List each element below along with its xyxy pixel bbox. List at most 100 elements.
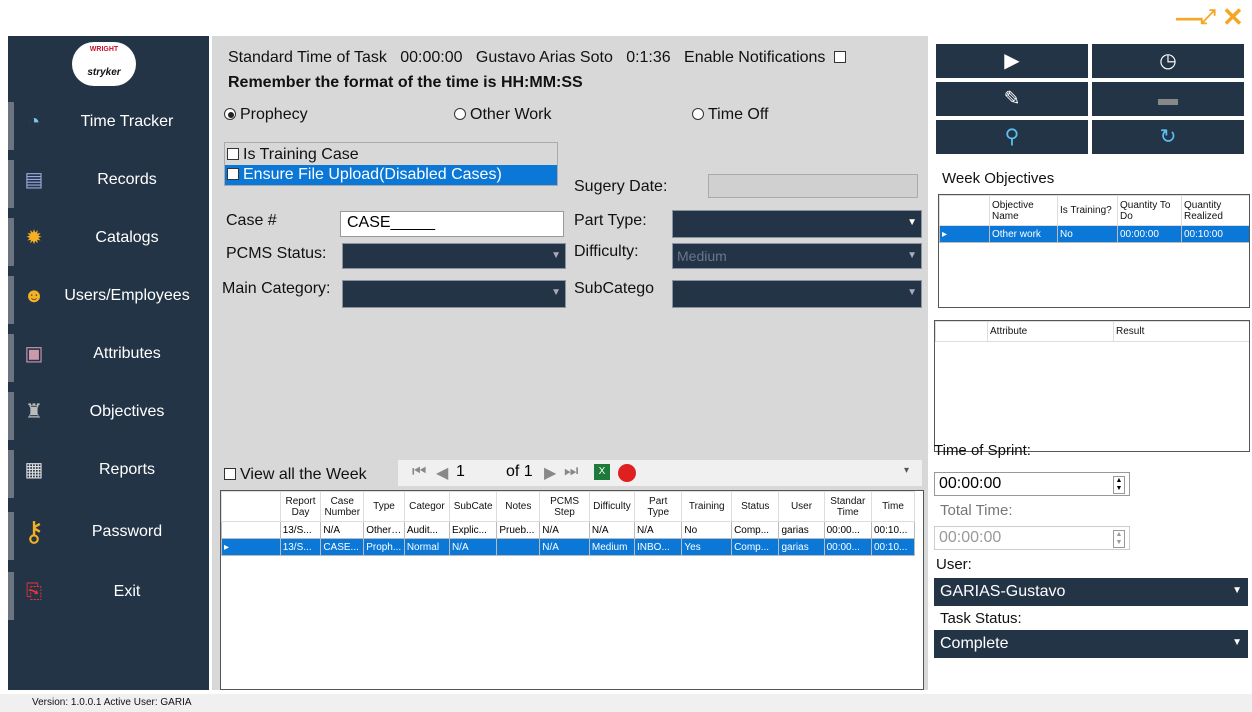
objectives-column-header[interactable]: Quantity To Do: [1117, 195, 1182, 226]
grid-column-header[interactable]: Difficulty: [588, 491, 636, 522]
table-cell[interactable]: N/A: [634, 521, 683, 539]
grid-column-header[interactable]: Standar Time: [823, 491, 872, 522]
timer-button[interactable]: ◷: [1092, 44, 1244, 78]
table-cell[interactable]: Prueb...: [496, 521, 541, 539]
table-cell[interactable]: 00:10...: [870, 521, 916, 539]
surgery-date-field[interactable]: [708, 174, 918, 198]
search-button[interactable]: ⚲: [936, 120, 1088, 154]
objectives-column-header[interactable]: Is Training?: [1057, 195, 1118, 226]
next-page-button[interactable]: ▶: [544, 463, 556, 483]
task-status-select[interactable]: Complete ▼: [934, 630, 1248, 658]
grid-column-header[interactable]: Report Day: [279, 491, 322, 522]
delete-icon[interactable]: [618, 464, 636, 482]
grid-column-header[interactable]: Time: [870, 491, 916, 522]
grid-column-header[interactable]: Status: [731, 491, 780, 522]
grid-column-header[interactable]: Part Type: [634, 491, 683, 522]
excel-export-icon[interactable]: X: [594, 464, 610, 480]
table-row[interactable]: ▸ 13/S... CASE... Proph... Normal N/A N/A Mediu…: [221, 538, 916, 556]
objective-row[interactable]: ▸ Other work No 00:00:00 00:10:00: [939, 225, 1249, 243]
table-cell[interactable]: 13/S...: [279, 538, 322, 556]
table-cell[interactable]: No: [681, 521, 733, 539]
attribute-column-header[interactable]: Attribute: [987, 321, 1114, 342]
spinner-arrows-icon[interactable]: ▲ ▼: [1113, 476, 1125, 494]
table-cell[interactable]: Medium: [588, 538, 636, 556]
grid-column-header[interactable]: SubCate: [448, 491, 498, 522]
table-cell[interactable]: N/A: [539, 538, 590, 556]
case-number-input[interactable]: CASE_____: [340, 211, 564, 237]
objective-cell[interactable]: 00:00:00: [1117, 225, 1182, 243]
sidebar-item-reports[interactable]: ▦ Reports: [8, 444, 209, 500]
table-cell[interactable]: Audit...: [403, 521, 450, 539]
radio-prophecy[interactable]: Prophecy: [224, 106, 308, 124]
table-cell[interactable]: N/A: [320, 521, 365, 539]
spinner-arrows-icon[interactable]: ▲ ▼: [1113, 530, 1125, 548]
grid-column-header[interactable]: Type: [363, 491, 405, 522]
radio-other-work[interactable]: Other Work: [454, 106, 552, 124]
is-training-case-checkbox[interactable]: Is Training Case: [227, 146, 359, 164]
objectives-column-header[interactable]: Objective Name: [989, 195, 1058, 226]
view-all-week-checkbox[interactable]: View all the Week: [224, 466, 367, 484]
row-selector[interactable]: ▸: [221, 538, 281, 556]
table-cell[interactable]: Comp...: [731, 538, 780, 556]
table-cell[interactable]: N/A: [539, 521, 590, 539]
sidebar-item-password[interactable]: ⚷ Password: [8, 506, 209, 562]
sidebar-item-exit[interactable]: ⎘ Exit: [8, 566, 209, 622]
grid-column-header[interactable]: Notes: [496, 491, 541, 522]
row-selector[interactable]: [221, 521, 281, 539]
table-cell[interactable]: Comp...: [731, 521, 780, 539]
close-button[interactable]: ✕: [1222, 2, 1244, 32]
grid-column-header[interactable]: PCMS Step: [539, 491, 590, 522]
objective-cell[interactable]: 00:10:00: [1181, 225, 1249, 243]
grid-column-header[interactable]: User: [778, 491, 825, 522]
play-button[interactable]: ▶: [936, 44, 1088, 78]
table-cell[interactable]: garias: [778, 521, 825, 539]
objective-cell[interactable]: Other work: [989, 225, 1058, 243]
table-cell[interactable]: Other ...: [363, 521, 405, 539]
prev-page-button[interactable]: ◀: [436, 463, 448, 483]
attribute-column-header[interactable]: Result: [1113, 321, 1249, 342]
user-select[interactable]: GARIAS-Gustavo ▼: [934, 578, 1248, 606]
eraser-button[interactable]: ✎: [936, 82, 1088, 116]
sidebar-item-users[interactable]: ☻ Users/Employees: [8, 270, 209, 326]
table-cell[interactable]: 00:00...: [823, 521, 872, 539]
save-button[interactable]: ▬: [1092, 82, 1244, 116]
first-page-button[interactable]: ⏮: [412, 463, 426, 481]
table-cell[interactable]: garias: [778, 538, 825, 556]
sidebar-item-attributes[interactable]: ▣ Attributes: [8, 328, 209, 384]
table-cell[interactable]: Explic...: [448, 521, 498, 539]
grid-column-header[interactable]: Training: [681, 491, 733, 522]
sidebar-item-objectives[interactable]: ♜ Objectives: [8, 386, 209, 442]
page-number-input[interactable]: 1: [456, 463, 465, 481]
pcms-status-select[interactable]: ▼: [342, 243, 566, 269]
restore-button[interactable]: ⤢: [1200, 2, 1216, 32]
sidebar-item-records[interactable]: ▤ Records: [8, 154, 209, 210]
table-cell[interactable]: CASE...: [320, 538, 365, 556]
table-row[interactable]: 13/S... N/A Other ... Audit... Explic... Prue…: [221, 521, 916, 539]
difficulty-select[interactable]: Medium ▼: [672, 243, 922, 269]
main-category-select[interactable]: ▼: [342, 280, 566, 308]
table-cell[interactable]: N/A: [588, 521, 636, 539]
radio-time-off[interactable]: Time Off: [692, 106, 768, 124]
objective-cell[interactable]: No: [1057, 225, 1118, 243]
subcategory-select[interactable]: ▼: [672, 280, 922, 308]
table-cell[interactable]: N/A: [448, 538, 498, 556]
table-cell[interactable]: INBO...: [634, 538, 683, 556]
total-time-spinner[interactable]: 00:00:00 ▲ ▼: [934, 526, 1130, 550]
table-cell[interactable]: 00:10...: [870, 538, 916, 556]
enable-notifications-checkbox[interactable]: [833, 51, 846, 63]
time-of-sprint-spinner[interactable]: 00:00:00 ▲ ▼: [934, 472, 1130, 496]
table-cell[interactable]: [496, 538, 541, 556]
table-cell[interactable]: Normal: [403, 538, 450, 556]
table-cell[interactable]: Proph...: [363, 538, 405, 556]
table-cell[interactable]: 13/S...: [279, 521, 322, 539]
sidebar-item-catalogs[interactable]: ✹ Catalogs: [8, 212, 209, 268]
table-cell[interactable]: 00:00...: [823, 538, 872, 556]
grid-column-header[interactable]: Case Number: [320, 491, 365, 522]
toolbar-overflow-icon[interactable]: ▾: [904, 465, 909, 476]
refresh-button[interactable]: ↻: [1092, 120, 1244, 154]
minimize-button[interactable]: —: [1176, 2, 1202, 32]
part-type-select[interactable]: ▼: [672, 210, 922, 238]
grid-column-header[interactable]: Categor: [403, 491, 450, 522]
sidebar-item-time-tracker[interactable]: ◔ Time Tracker: [8, 96, 209, 152]
table-cell[interactable]: Yes: [681, 538, 733, 556]
